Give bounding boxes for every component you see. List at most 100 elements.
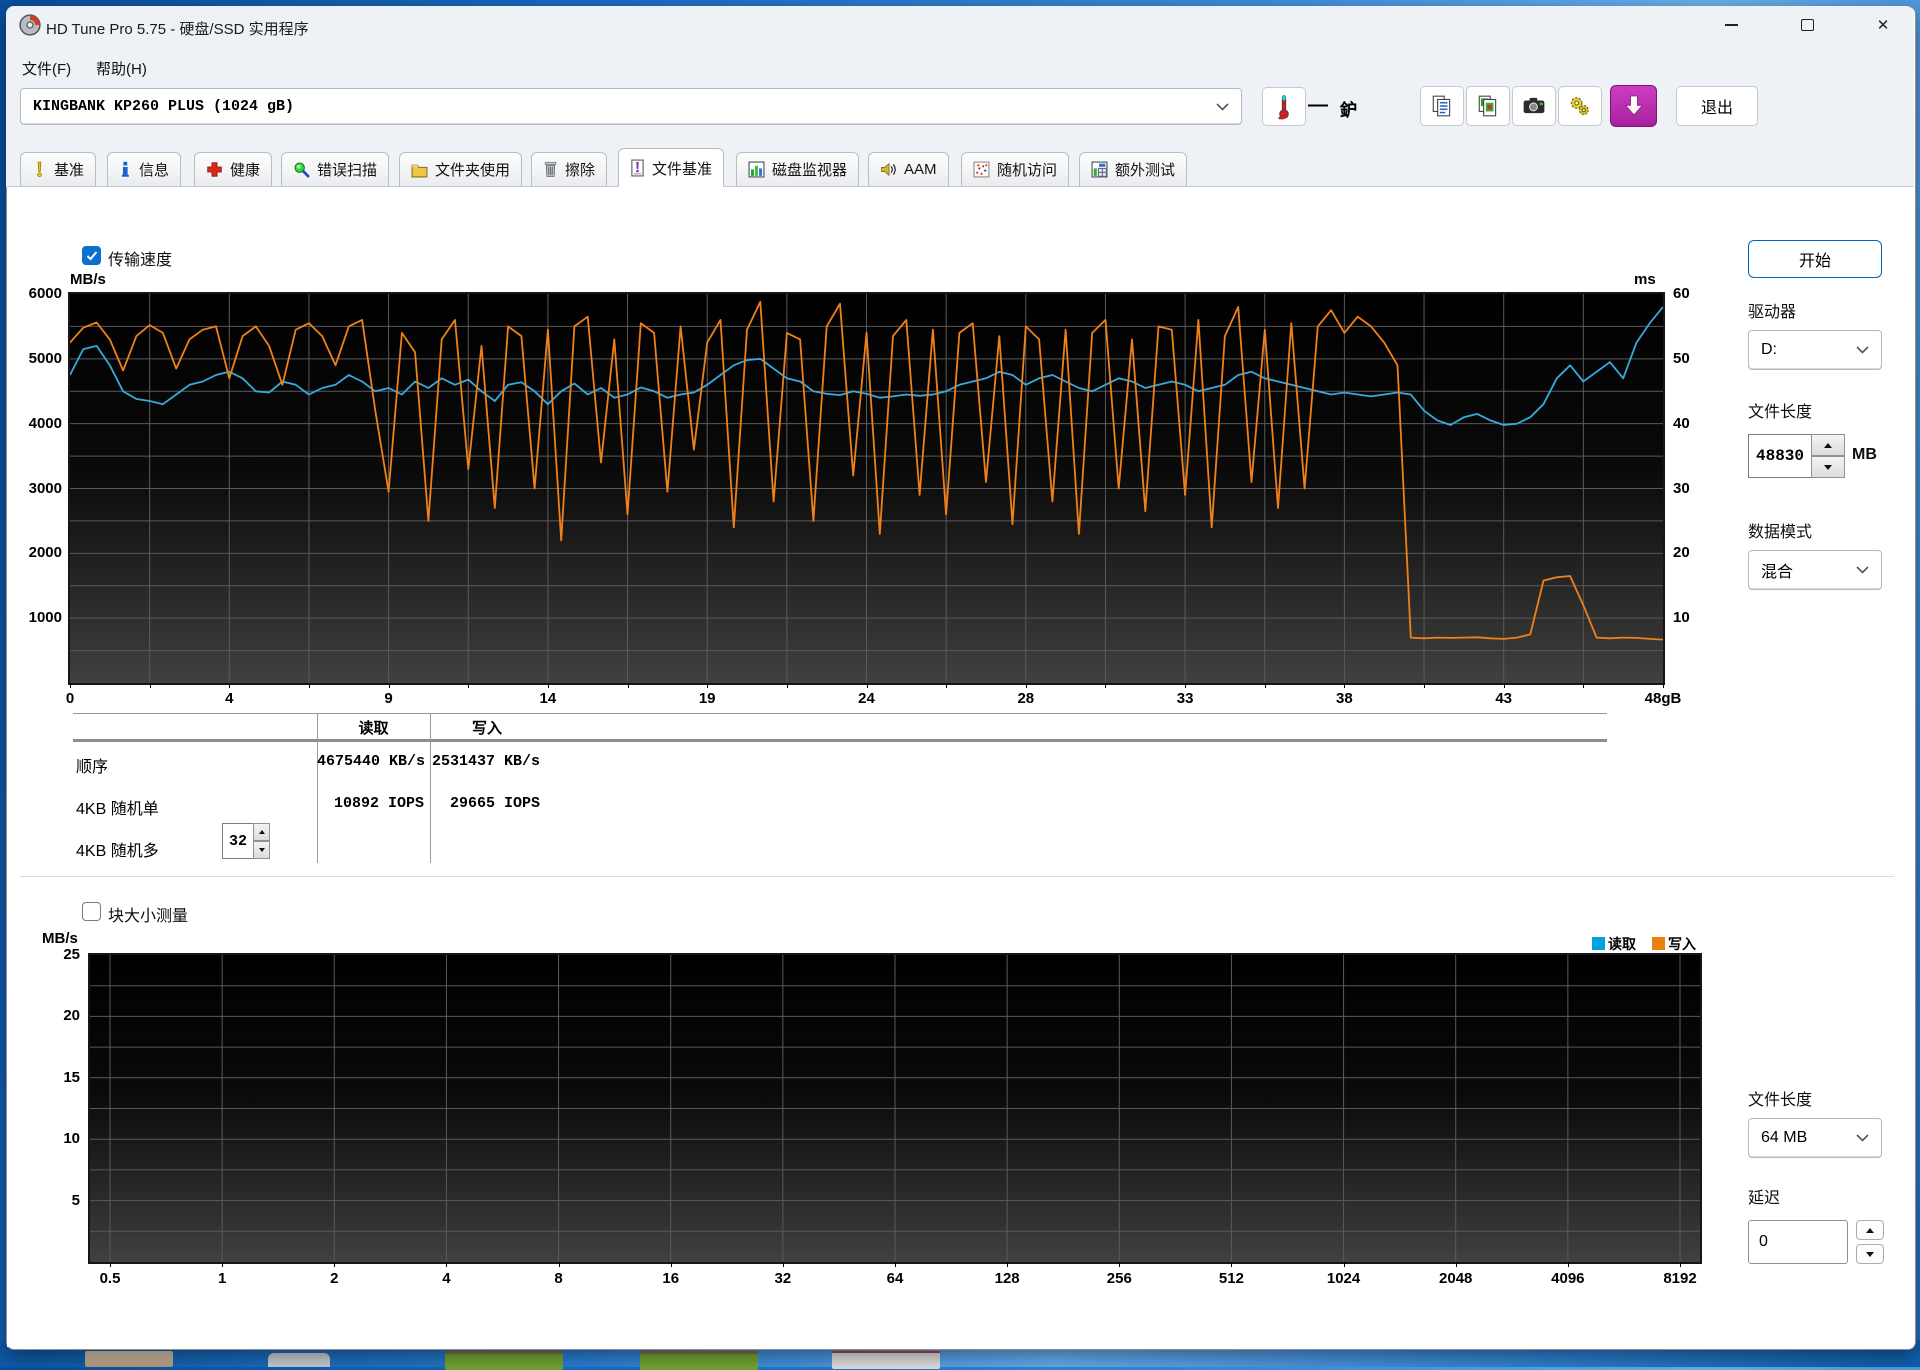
desktop-icon-fragment[interactable]	[640, 1351, 758, 1370]
axis-tick	[229, 683, 230, 688]
axis-tick	[787, 683, 788, 688]
spin-up-button[interactable]	[253, 823, 270, 841]
x-axis-tick-label: 2048	[1421, 1270, 1491, 1287]
drive-label: 驱动器	[1748, 298, 1796, 322]
random-access-icon	[973, 161, 990, 178]
tab-label: 错误扫描	[317, 159, 377, 180]
block-file-length-label: 文件长度	[1748, 1086, 1812, 1110]
save-results-button[interactable]	[1610, 85, 1657, 127]
tab-label: 随机访问	[997, 159, 1057, 180]
exit-button-label: 退出	[1701, 94, 1733, 118]
tab-info[interactable]: 信息	[107, 152, 181, 186]
x-axis-tick-label: 38	[1314, 690, 1374, 707]
block-file-length-dropdown[interactable]: 64 MB	[1748, 1118, 1882, 1158]
minimize-button[interactable]	[1705, 10, 1757, 40]
x-axis-tick-label: 64	[860, 1270, 930, 1287]
tab-benchmark[interactable]: 基准	[20, 152, 96, 186]
erase-icon	[543, 161, 558, 178]
temperature-button[interactable]	[1262, 87, 1306, 126]
axis-tick	[389, 683, 390, 688]
x-axis-tick-label: 16	[636, 1270, 706, 1287]
drive-selector[interactable]: KINGBANK KP260 PLUS (1024 gB)	[20, 88, 1242, 125]
data-mode-dropdown[interactable]: 混合	[1748, 550, 1882, 590]
tab-extra-tests[interactable]: 额外测试	[1079, 152, 1187, 186]
axis-tick	[1583, 683, 1584, 688]
axis-tick	[1344, 1262, 1345, 1267]
settings-button[interactable]	[1558, 86, 1602, 126]
copy-text-button[interactable]	[1420, 86, 1464, 126]
axis-tick	[70, 683, 71, 688]
tab-file-benchmark[interactable]: 文件基准	[618, 148, 724, 187]
menu-file[interactable]: 文件(F)	[16, 55, 77, 82]
file-length-spinner[interactable]	[1811, 434, 1845, 478]
file-length-label: 文件长度	[1748, 398, 1812, 422]
spin-down-button[interactable]	[1811, 456, 1845, 478]
desktop-icon-fragment[interactable]	[85, 1351, 173, 1367]
menu-help[interactable]: 帮助(H)	[90, 55, 153, 82]
y-axis-tick-label: 4000	[10, 415, 62, 432]
block-size-checkbox[interactable]	[82, 902, 101, 921]
tab-health[interactable]: 健康	[194, 152, 272, 186]
tab-random-access[interactable]: 随机访问	[961, 152, 1069, 186]
copy-image-button[interactable]	[1466, 86, 1510, 126]
axis-tick	[548, 683, 549, 688]
download-arrow-icon	[1623, 94, 1645, 118]
file-length-value: 48830	[1756, 447, 1804, 465]
x-axis-tick-label: 4	[199, 690, 259, 707]
check-icon	[86, 251, 98, 261]
desktop-icon-fragment[interactable]	[268, 1353, 330, 1367]
maximize-button[interactable]	[1781, 10, 1833, 40]
chevron-down-icon	[1856, 346, 1869, 354]
tab-aam[interactable]: AAM	[868, 152, 949, 186]
x-axis-tick-label: 512	[1196, 1270, 1266, 1287]
column-header-read: 读取	[317, 717, 430, 738]
axis-tick	[150, 683, 151, 688]
y-axis-tick-label: 5000	[10, 350, 62, 367]
close-button[interactable]: ✕	[1857, 10, 1909, 40]
spin-up-button[interactable]	[1811, 434, 1845, 456]
legend-write-label: 写入	[1668, 934, 1696, 954]
axis-tick	[110, 1262, 111, 1267]
temperature-dash: —	[1308, 94, 1328, 117]
tab-label: 信息	[139, 159, 169, 180]
arrow-up-icon	[1824, 443, 1832, 448]
transfer-speed-chart	[68, 292, 1665, 685]
queue-depth-spinner[interactable]	[253, 823, 270, 859]
delay-spin-down-button[interactable]	[1856, 1244, 1884, 1264]
axis-tick	[222, 1262, 223, 1267]
axis-tick	[1119, 1262, 1120, 1267]
gears-icon	[1568, 94, 1592, 118]
x-axis-tick-label: 19	[677, 690, 737, 707]
screenshot-button[interactable]	[1512, 86, 1556, 126]
tab-disk-monitor[interactable]: 磁盘监视器	[736, 152, 859, 186]
x-axis-tick-label: 0.5	[75, 1270, 145, 1287]
tab-folder-usage[interactable]: 文件夹使用	[399, 152, 522, 186]
start-button[interactable]: 开始	[1748, 240, 1882, 278]
delay-spin-up-button[interactable]	[1856, 1220, 1884, 1240]
axis-tick	[707, 683, 708, 688]
y-axis-tick-label: 10	[40, 1130, 80, 1147]
error-scan-icon	[293, 161, 310, 178]
spin-down-button[interactable]	[253, 841, 270, 859]
axis-tick	[309, 683, 310, 688]
file-length-input[interactable]: 48830	[1748, 434, 1812, 478]
legend-read-label: 读取	[1608, 934, 1636, 954]
desktop-icon-fragment[interactable]	[445, 1351, 563, 1370]
delay-input[interactable]: 0	[1748, 1220, 1848, 1264]
row-label-sequential: 顺序	[76, 753, 108, 777]
tab-erase[interactable]: 擦除	[531, 152, 607, 186]
queue-depth-input[interactable]: 32	[222, 823, 254, 859]
arrow-down-icon	[1866, 1252, 1874, 1257]
camera-icon	[1522, 95, 1546, 117]
desktop-icon-fragment[interactable]	[832, 1351, 940, 1369]
drive-dropdown[interactable]: D:	[1748, 330, 1882, 370]
y-axis-right-tick-label: 60	[1673, 285, 1713, 302]
random-single-read-value: 10892 IOPS	[317, 795, 424, 812]
exit-button[interactable]: 退出	[1676, 86, 1758, 126]
axis-tick	[468, 683, 469, 688]
tab-error-scan[interactable]: 错误扫描	[281, 152, 389, 186]
row-label-4kb-random-single: 4KB 随机单	[76, 795, 159, 819]
transfer-speed-checkbox[interactable]	[82, 246, 101, 265]
x-axis-tick-label: 8	[524, 1270, 594, 1287]
x-axis-tick-label: 256	[1084, 1270, 1154, 1287]
